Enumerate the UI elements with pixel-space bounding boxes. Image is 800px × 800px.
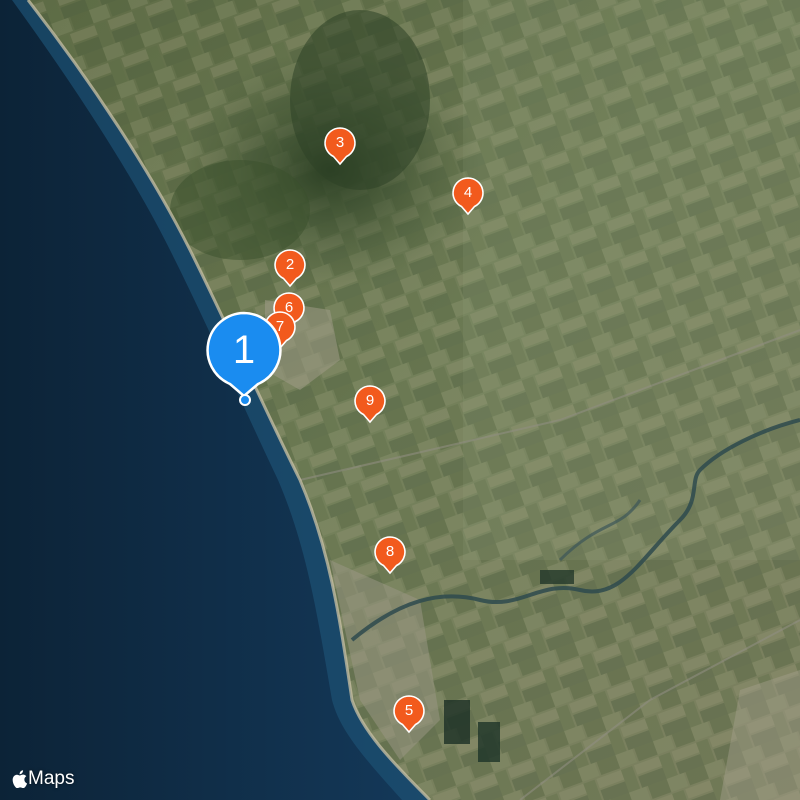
map-pin[interactable]: 5 xyxy=(393,695,425,736)
mountain-ridge-west xyxy=(170,160,310,260)
selected-map-pin[interactable]: 1 xyxy=(206,311,282,404)
map-pin[interactable]: 2 xyxy=(274,249,306,290)
map-pin[interactable]: 3 xyxy=(324,127,356,168)
apple-logo-icon xyxy=(12,770,27,788)
lagoon-2 xyxy=(478,722,500,762)
lagoon-1 xyxy=(444,700,470,744)
map-pin[interactable]: 4 xyxy=(452,177,484,218)
maps-attribution[interactable]: Maps xyxy=(12,768,74,790)
lagoon-3 xyxy=(540,570,574,584)
map-pin[interactable]: 9 xyxy=(354,385,386,426)
mountain-ridge xyxy=(290,10,430,190)
map-pin[interactable]: 8 xyxy=(374,536,406,577)
satellite-map[interactable] xyxy=(0,0,800,800)
attribution-text: Maps xyxy=(28,768,75,789)
location-dot xyxy=(239,394,251,406)
lighter-tile-east xyxy=(463,0,800,560)
